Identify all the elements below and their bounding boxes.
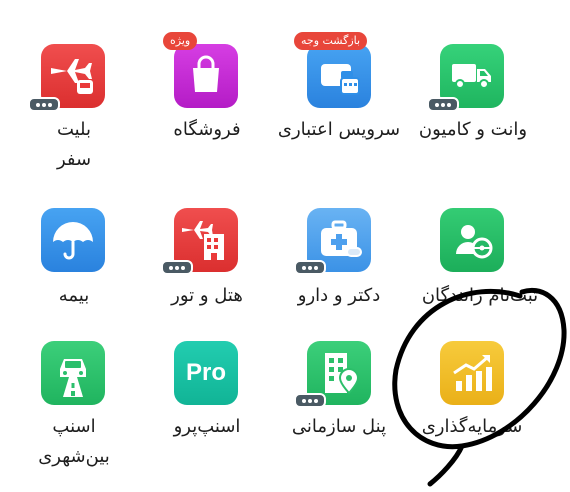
app-snapp-pro[interactable]: Pro	[174, 341, 238, 405]
app-label: سرمایه‌گذاری	[421, 416, 523, 437]
shopping-bag-icon	[193, 55, 219, 92]
app-label: اسنپ بین‌شهری	[0, 412, 149, 472]
label-line: بلیت	[56, 119, 92, 140]
app-label: سرویس اعتباری	[277, 119, 401, 140]
app-label: هتل و تور	[171, 285, 243, 306]
more-options-badge	[28, 97, 60, 112]
chart-arrow-icon	[453, 355, 492, 391]
app-label: اسنپ‌پرو	[173, 416, 241, 437]
pro-icon: Pro	[185, 359, 226, 386]
more-options-badge	[294, 260, 326, 275]
driver-steering-icon	[456, 225, 493, 259]
umbrella-icon	[53, 222, 93, 260]
app-insurance[interactable]	[41, 208, 105, 272]
more-options-badge	[427, 97, 459, 112]
more-options-badge	[294, 393, 326, 408]
app-label: فروشگاه	[173, 119, 241, 140]
app-investment[interactable]	[440, 341, 504, 405]
app-intercity[interactable]	[41, 341, 105, 405]
more-options-badge	[161, 260, 193, 275]
app-label: بیمه	[58, 285, 90, 306]
app-label: بلیت سفر	[0, 115, 149, 175]
app-label: ثبت‌نام رانندگان	[421, 285, 539, 306]
app-driver-signup[interactable]	[440, 208, 504, 272]
label-line: سفر	[56, 149, 92, 170]
label-line: اسنپ	[52, 416, 96, 437]
app-store[interactable]	[174, 44, 238, 108]
app-label: پنل سازمانی	[291, 416, 387, 437]
wallet-calendar-icon	[321, 64, 360, 95]
app-credit-service[interactable]	[307, 44, 371, 108]
refund-badge: بازگشت وجه	[294, 32, 368, 50]
app-label: دکتر و دارو	[297, 285, 381, 306]
app-label: وانت و کامیون	[418, 119, 528, 140]
special-badge: ویژه	[163, 32, 198, 50]
label-line: بین‌شهری	[38, 446, 110, 467]
car-road-icon	[60, 359, 86, 397]
